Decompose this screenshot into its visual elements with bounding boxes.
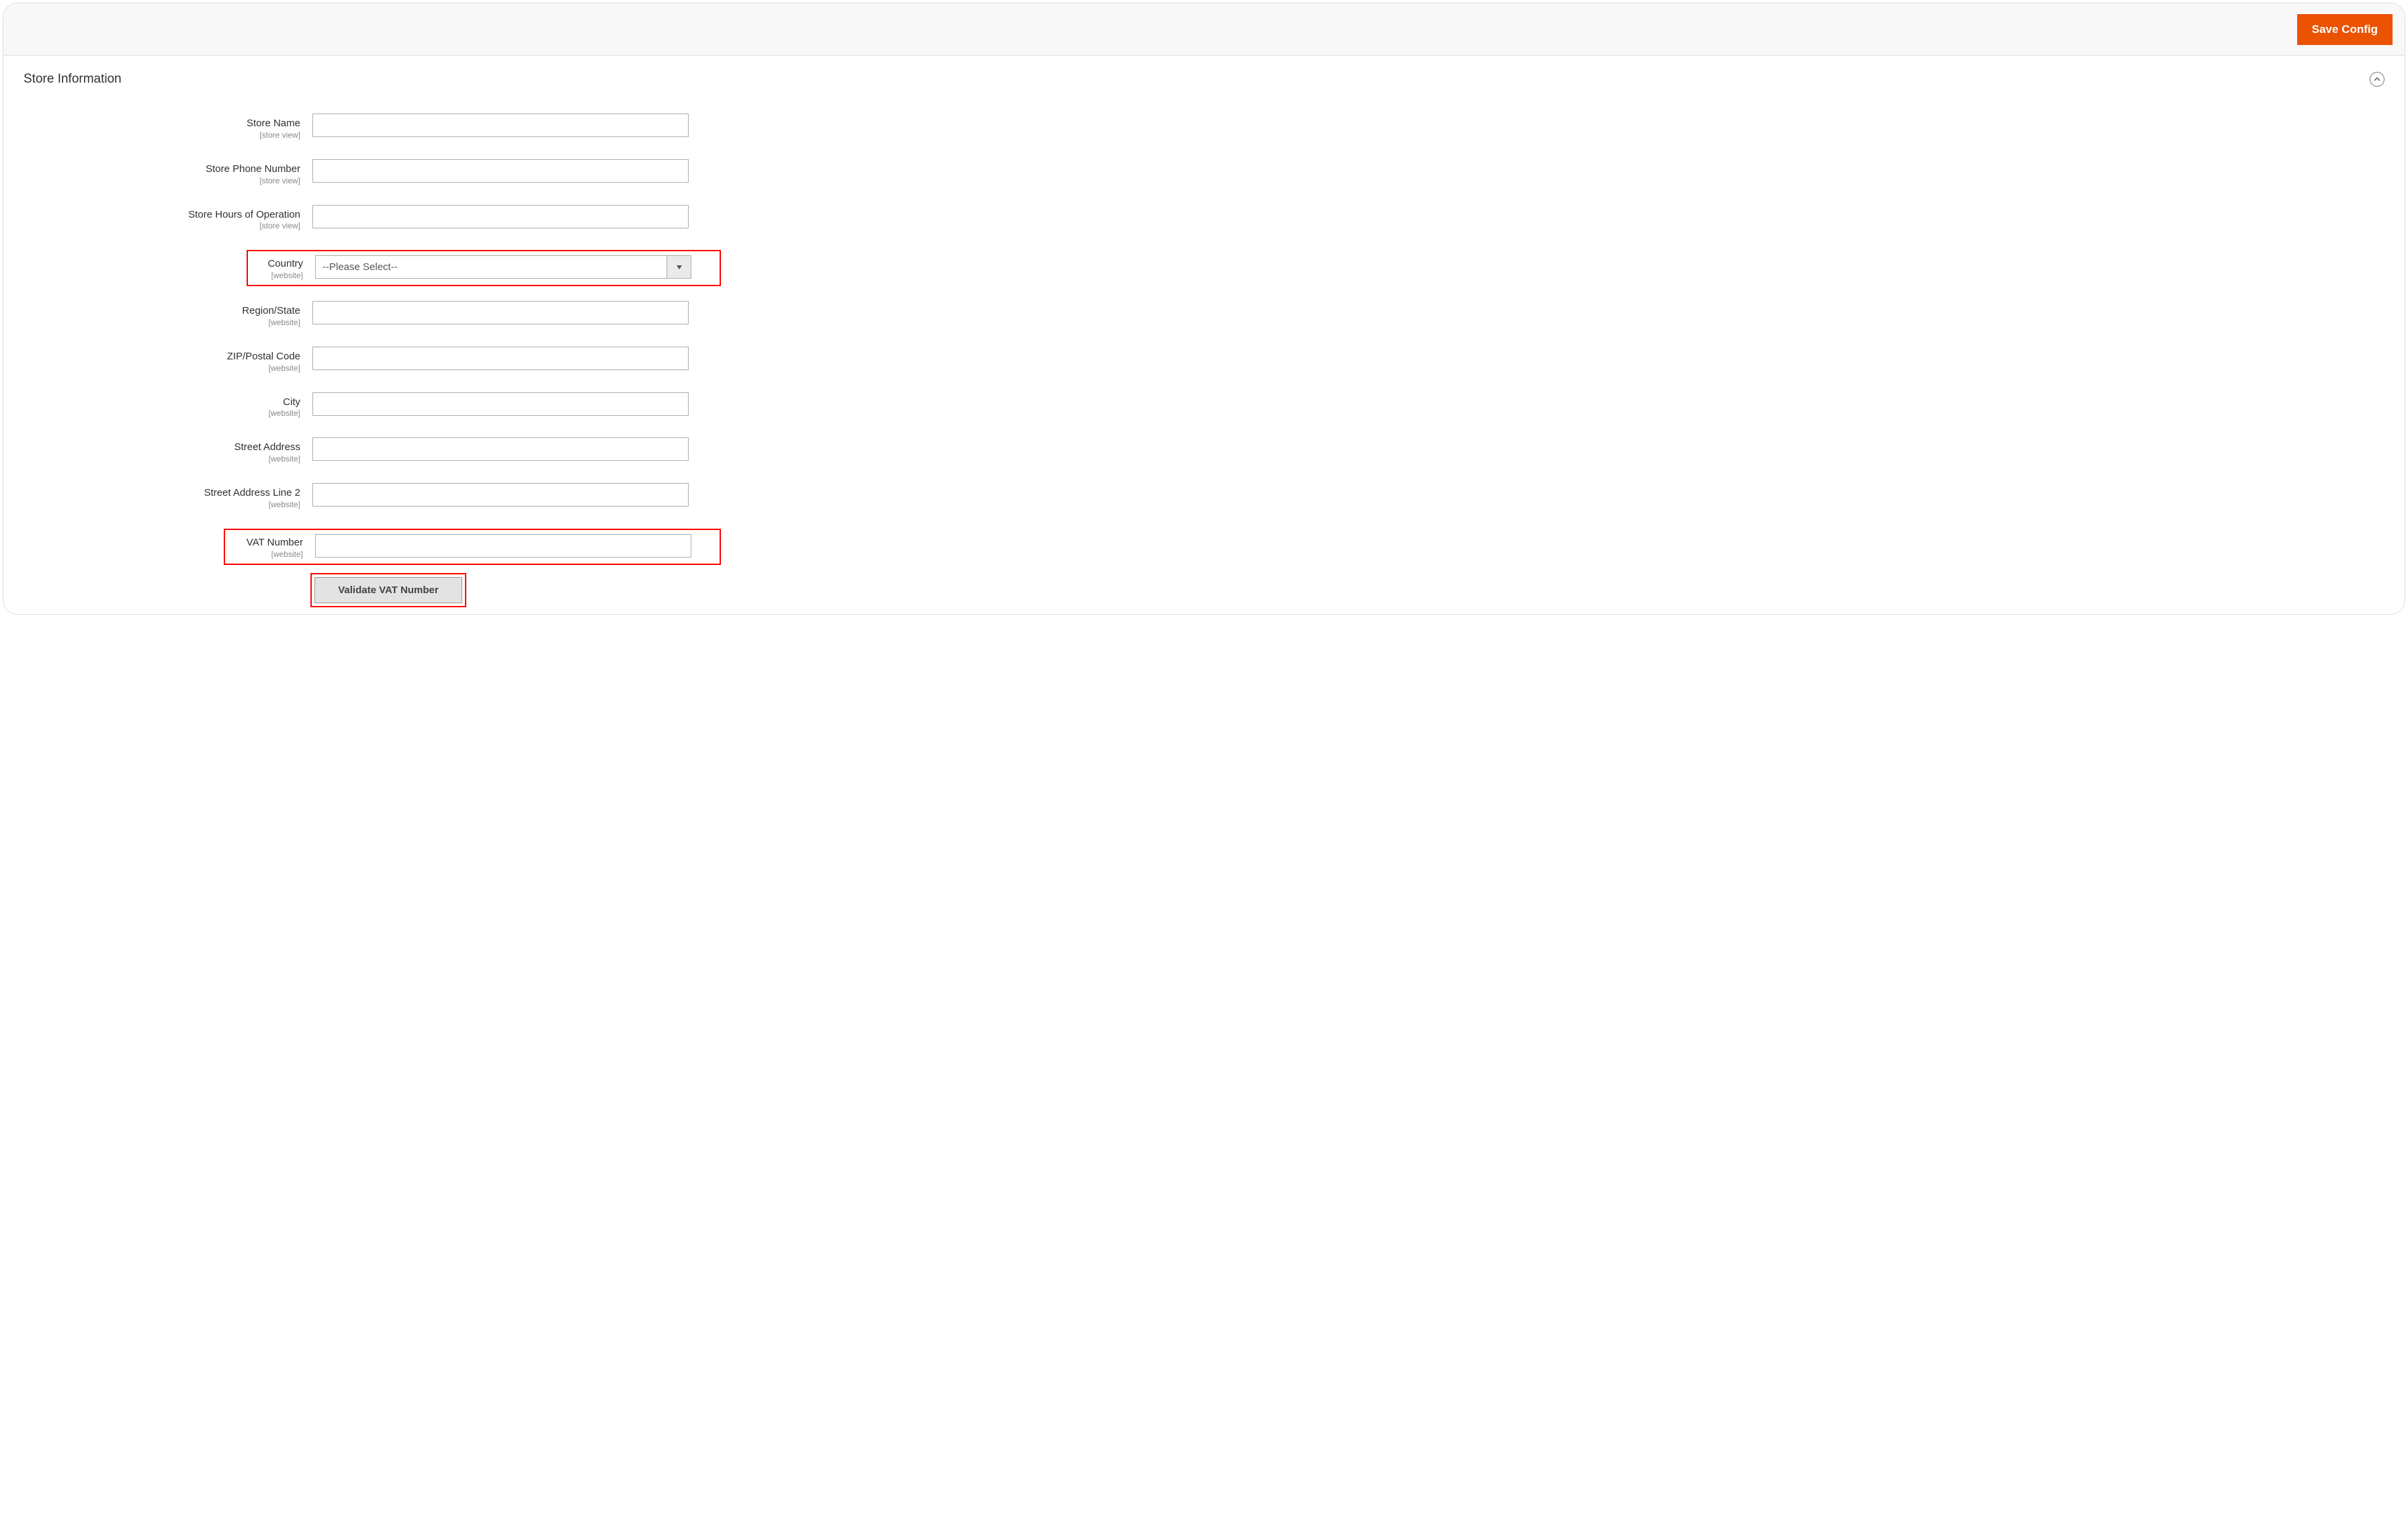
label-scope: [website] bbox=[24, 318, 300, 328]
label-street1: Street Address [website] bbox=[24, 437, 312, 464]
label-scope: [website] bbox=[230, 550, 303, 560]
street2-input[interactable] bbox=[312, 483, 689, 507]
label-text: Street Address bbox=[24, 441, 300, 454]
label-scope: [store view] bbox=[24, 130, 300, 140]
label-zip: ZIP/Postal Code [website] bbox=[24, 347, 312, 374]
save-config-button[interactable]: Save Config bbox=[2297, 14, 2393, 45]
store-name-input[interactable] bbox=[312, 114, 689, 137]
row-store-phone: Store Phone Number [store view] bbox=[24, 159, 2384, 186]
row-zip: ZIP/Postal Code [website] bbox=[24, 347, 2384, 374]
store-information-form: Store Name [store view] Store Phone Numb… bbox=[3, 93, 2405, 231]
zip-input[interactable] bbox=[312, 347, 689, 370]
label-text: Store Hours of Operation bbox=[24, 209, 300, 222]
row-city: City [website] bbox=[24, 392, 2384, 419]
row-street2: Street Address Line 2 [website] bbox=[24, 483, 2384, 510]
city-input[interactable] bbox=[312, 392, 689, 416]
country-selected-value: --Please Select-- bbox=[316, 256, 666, 278]
label-text: Store Phone Number bbox=[24, 163, 300, 176]
label-text: ZIP/Postal Code bbox=[24, 351, 300, 363]
street1-input[interactable] bbox=[312, 437, 689, 461]
label-text: Store Name bbox=[24, 118, 300, 130]
label-city: City [website] bbox=[24, 392, 312, 419]
validate-vat-button[interactable]: Validate VAT Number bbox=[314, 577, 462, 603]
highlight-vat: VAT Number [website] bbox=[224, 529, 721, 565]
label-text: Region/State bbox=[24, 305, 300, 318]
label-scope: [store view] bbox=[24, 221, 300, 231]
label-scope: [website] bbox=[24, 500, 300, 510]
label-country: Country [website] bbox=[253, 255, 315, 281]
label-scope: [website] bbox=[253, 271, 303, 281]
label-store-name: Store Name [store view] bbox=[24, 114, 312, 140]
config-page: Save Config Store Information Store Name… bbox=[3, 3, 2405, 614]
label-text: Street Address Line 2 bbox=[24, 487, 300, 500]
store-information-form-continued: Region/State [website] ZIP/Postal Code [… bbox=[3, 301, 2405, 510]
vat-input[interactable] bbox=[315, 534, 691, 558]
row-store-hours: Store Hours of Operation [store view] bbox=[24, 205, 2384, 232]
label-region: Region/State [website] bbox=[24, 301, 312, 328]
region-input[interactable] bbox=[312, 301, 689, 324]
label-store-phone: Store Phone Number [store view] bbox=[24, 159, 312, 186]
label-scope: [store view] bbox=[24, 176, 300, 186]
label-text: VAT Number bbox=[230, 537, 303, 550]
section-header: Store Information bbox=[3, 56, 2405, 93]
row-store-name: Store Name [store view] bbox=[24, 114, 2384, 140]
highlight-validate-vat: Validate VAT Number bbox=[310, 573, 466, 607]
label-street2: Street Address Line 2 [website] bbox=[24, 483, 312, 510]
highlight-country: Country [website] --Please Select-- bbox=[247, 250, 721, 286]
label-scope: [website] bbox=[24, 363, 300, 374]
label-text: Country bbox=[253, 258, 303, 271]
store-hours-input[interactable] bbox=[312, 205, 689, 228]
top-bar: Save Config bbox=[3, 3, 2405, 56]
row-region: Region/State [website] bbox=[24, 301, 2384, 328]
label-vat: VAT Number [website] bbox=[230, 534, 315, 560]
row-street1: Street Address [website] bbox=[24, 437, 2384, 464]
label-scope: [website] bbox=[24, 454, 300, 464]
collapse-toggle-icon[interactable] bbox=[2370, 72, 2384, 87]
store-phone-input[interactable] bbox=[312, 159, 689, 183]
label-scope: [website] bbox=[24, 408, 300, 419]
dropdown-toggle-icon[interactable] bbox=[666, 256, 691, 278]
section-title: Store Information bbox=[24, 72, 122, 87]
country-select[interactable]: --Please Select-- bbox=[315, 255, 691, 279]
label-store-hours: Store Hours of Operation [store view] bbox=[24, 205, 312, 232]
label-text: City bbox=[24, 396, 300, 409]
